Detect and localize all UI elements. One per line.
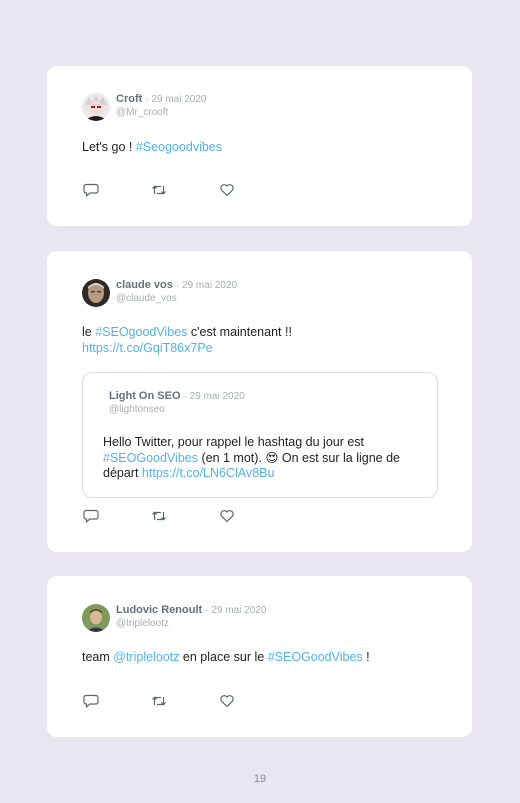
hashtag-link[interactable]: #SEOGoodVibes <box>268 650 363 664</box>
author-name[interactable]: Ludovic Renoult <box>116 604 202 616</box>
retweet-icon[interactable] <box>151 694 167 708</box>
tweet-date[interactable]: · 29 mai 2020 <box>145 94 206 105</box>
tweet-text-segment: Hello Twitter, pour rappel le hashtag du… <box>103 435 365 449</box>
reply-icon[interactable] <box>83 694 99 708</box>
retweet-icon[interactable] <box>151 509 167 523</box>
avatar[interactable] <box>82 604 110 632</box>
url-link[interactable]: https://t.co/GqiT86x7Pe <box>82 341 213 355</box>
quoted-tweet[interactable]: Light On SEO · 29 mai 2020 @lightonseo H… <box>82 372 438 498</box>
author-handle[interactable]: @Mr_crooft <box>116 106 207 119</box>
heart-eyes-emoji: 😍 <box>265 450 279 465</box>
hashtag-link[interactable]: #SEOgoodVibes <box>95 325 187 339</box>
tweet-actions <box>83 694 287 708</box>
like-icon[interactable] <box>219 694 235 708</box>
reply-icon[interactable] <box>83 509 99 523</box>
tweet-text-segment: en place sur le <box>179 650 268 664</box>
author-name[interactable]: Croft <box>116 93 142 105</box>
url-link[interactable]: https://t.co/LN6ClAv8Bu <box>142 466 274 480</box>
tweet-card: Ludovic Renoult · 29 mai 2020 @tripleloo… <box>47 576 472 737</box>
tweet-header: Croft · 29 mai 2020 @Mr_crooft <box>82 93 207 121</box>
tweet-text-segment: Let's go ! <box>82 140 136 154</box>
author-name[interactable]: claude vos <box>116 279 173 291</box>
tweet-text: Let's go ! #Seogoodvibes <box>82 140 222 156</box>
page: Croft · 29 mai 2020 @Mr_crooft Let's go … <box>0 0 520 803</box>
tweet-date[interactable]: · 29 mai 2020 <box>176 280 237 291</box>
hashtag-link[interactable]: #SEOGoodVibes <box>103 451 198 465</box>
tweet-text-segment: ! <box>362 650 370 664</box>
tweet-text: team @triplelootz en place sur le #SEOGo… <box>82 650 370 666</box>
tweet-text-segment: le <box>82 325 96 339</box>
tweet-text-segment: (en 1 mot). <box>197 450 266 465</box>
quoted-tweet-text: Hello Twitter, pour rappel le hashtag du… <box>103 435 423 482</box>
tweet-text-segment: team <box>82 650 114 664</box>
avatar[interactable] <box>82 93 110 121</box>
tweet-actions <box>83 509 287 523</box>
tweet-text-segment: c'est maintenant !! <box>187 325 292 339</box>
quoted-author-handle[interactable]: @lightonseo <box>109 403 245 416</box>
like-icon[interactable] <box>219 183 235 197</box>
tweet-text: le #SEOgoodVibes c'est maintenant !! htt… <box>82 325 292 356</box>
mention-link[interactable]: @triplelootz <box>113 650 179 664</box>
quoted-tweet-header: Light On SEO · 29 mai 2020 @lightonseo <box>109 390 245 416</box>
author-handle[interactable]: @triplelootz <box>116 617 266 630</box>
avatar[interactable] <box>82 279 110 307</box>
tweet-card: Croft · 29 mai 2020 @Mr_crooft Let's go … <box>47 66 472 226</box>
retweet-icon[interactable] <box>151 183 167 197</box>
like-icon[interactable] <box>219 509 235 523</box>
tweet-date[interactable]: · 29 mai 2020 <box>205 605 266 616</box>
author-handle[interactable]: @claude_vos <box>116 292 237 305</box>
quoted-tweet-date[interactable]: · 29 mai 2020 <box>184 391 245 402</box>
quoted-author-name[interactable]: Light On SEO <box>109 390 181 402</box>
tweet-header: claude vos · 29 mai 2020 @claude_vos <box>82 279 237 307</box>
tweet-actions <box>83 183 287 197</box>
page-number: 19 <box>253 773 267 785</box>
tweet-card: claude vos · 29 mai 2020 @claude_vos le … <box>47 251 472 552</box>
reply-icon[interactable] <box>83 183 99 197</box>
tweet-header: Ludovic Renoult · 29 mai 2020 @tripleloo… <box>82 604 266 632</box>
hashtag-link[interactable]: #Seogoodvibes <box>136 140 222 154</box>
